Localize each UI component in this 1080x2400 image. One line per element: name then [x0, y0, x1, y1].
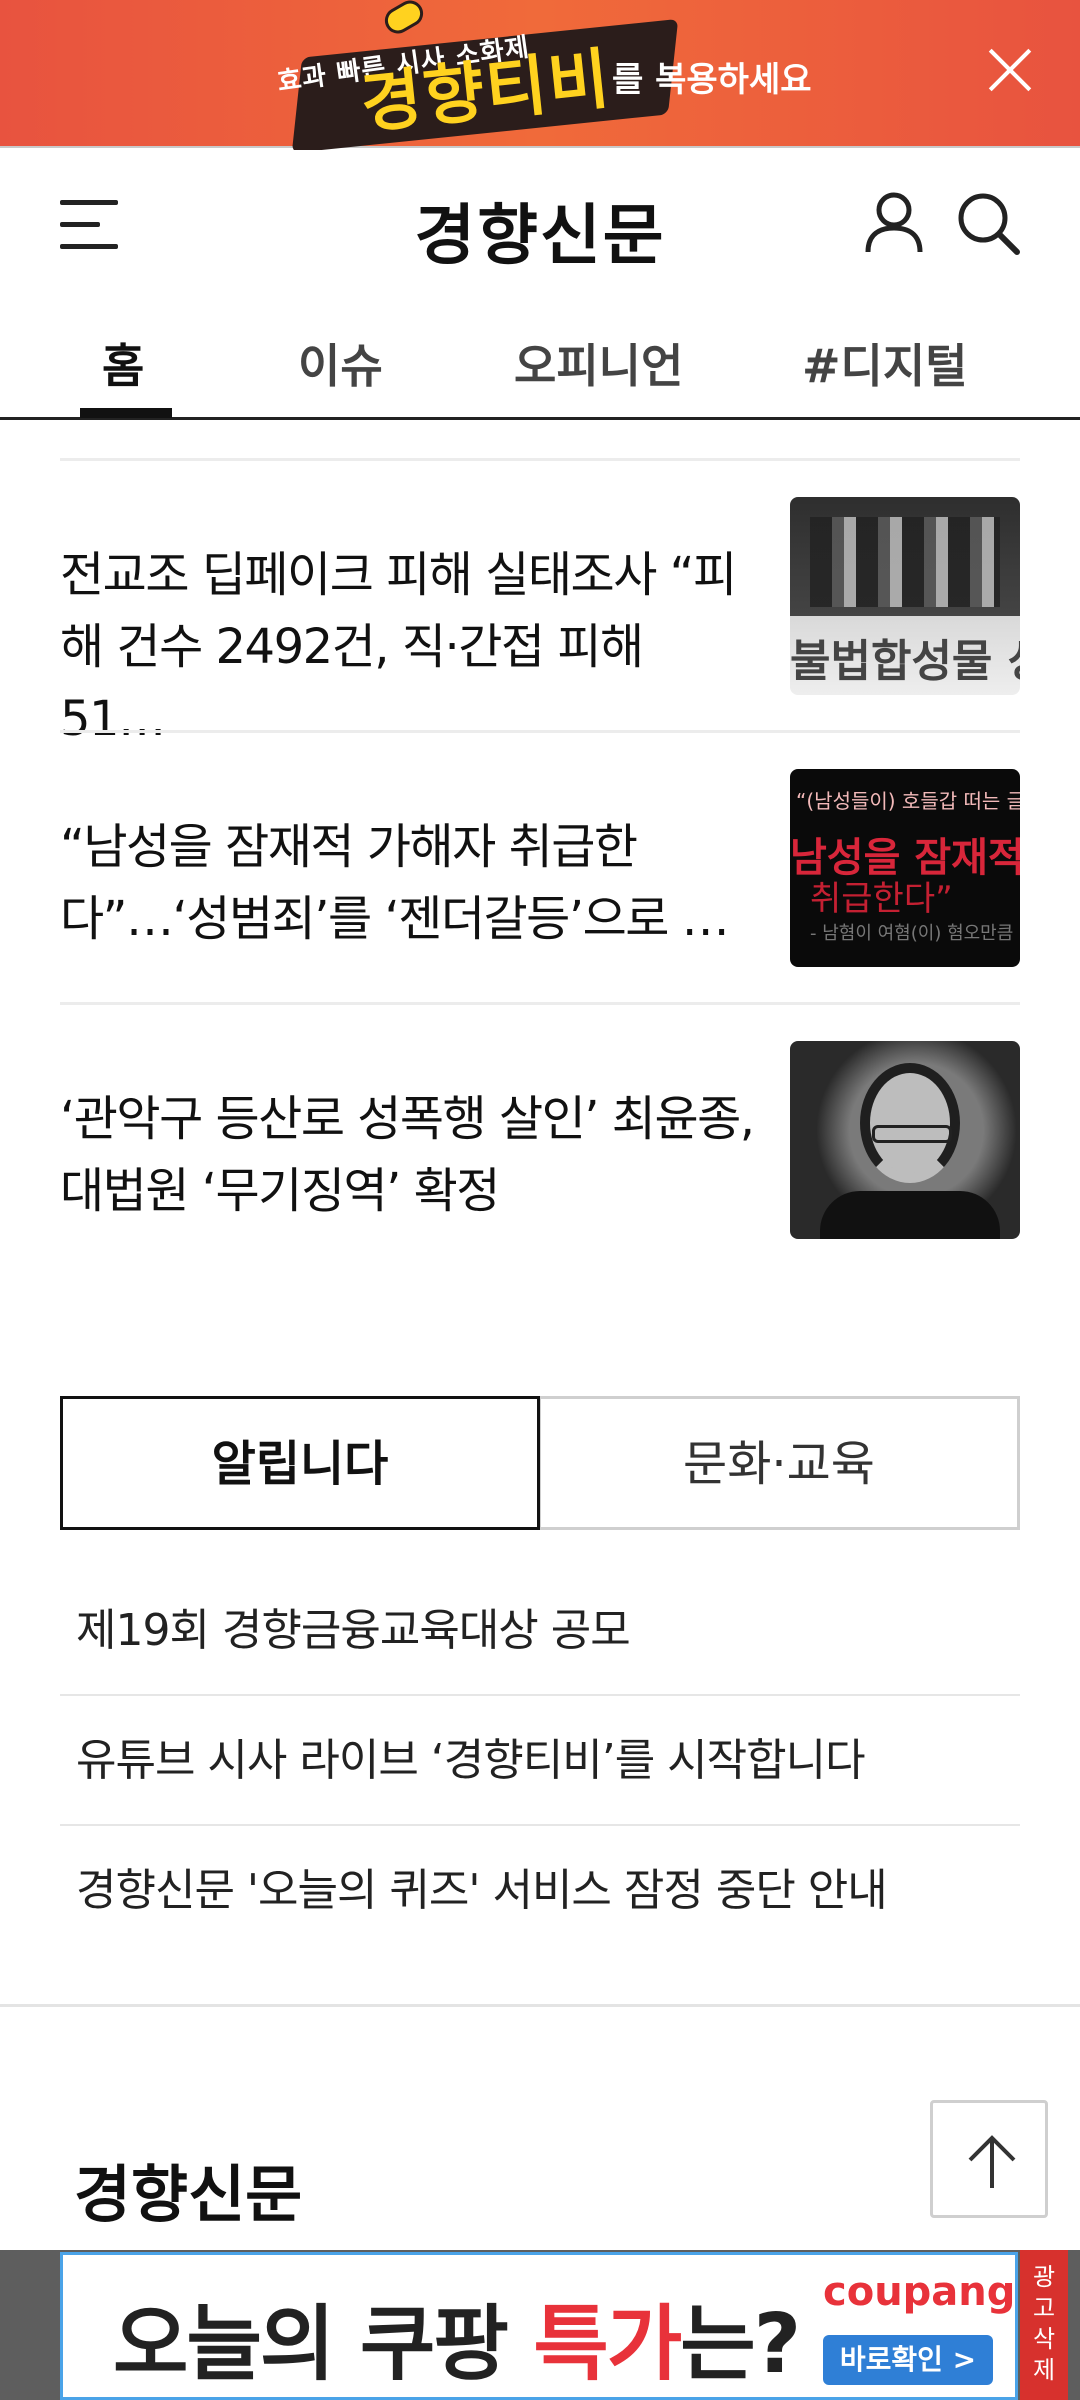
notice-item[interactable]: 경향신문 '오늘의 퀴즈' 서비스 잠정 중단 안내: [60, 1826, 1020, 1956]
ad-headline-part: 오늘: [113, 2297, 262, 2392]
notice-list: 제19회 경향금융교육대상 공모 유튜브 시사 라이브 ‘경향티비’를 시작합니…: [60, 1566, 1020, 1956]
user-icon[interactable]: [862, 190, 926, 256]
ad-brand-text: 경향티비: [357, 40, 615, 143]
thumbnail-text: 취급한다”: [810, 879, 953, 919]
section-divider: [0, 2004, 1080, 2007]
delete-ad-button[interactable]: 광고삭제: [1020, 2250, 1068, 2400]
article-headline[interactable]: ‘관악구 등산로 성폭행 살인’ 최윤종, 대법원 ‘무기징역’ 확정: [60, 1083, 760, 1227]
section-tabs: 홈 이슈 오피니언 #디지털: [0, 300, 1080, 420]
list-item[interactable]: “남성을 잠재적 가해자 취급한다”…‘성범죄’를 ‘젠더갈등’으로 … “(남…: [60, 730, 1020, 1002]
ad-headline-part: 의 쿠팡: [259, 2297, 534, 2392]
list-item[interactable]: 전교조 딥페이크 피해 실태조사 “피해 건수 2492건, 직·간접 피해 5…: [60, 458, 1020, 747]
glasses-shape: [872, 1125, 952, 1143]
ad-headline-highlight: 특가: [533, 2297, 682, 2392]
article-list: 전교조 딥페이크 피해 실태조사 “피해 건수 2492건, 직·간접 피해 5…: [60, 458, 1020, 1274]
site-header: 경향신문: [0, 150, 1080, 300]
bottom-ad-banner[interactable]: 오늘의 쿠팡 특가는? coupang 바로확인 > 광고삭제: [0, 2250, 1080, 2400]
notice-tabs: 알립니다 문화·교육: [60, 1396, 1020, 1530]
shirt-shape: [820, 1191, 1000, 1239]
tab-culture-education[interactable]: 문화·교육: [538, 1396, 1020, 1530]
tab-notices[interactable]: 알립니다: [60, 1396, 540, 1530]
article-headline[interactable]: 전교조 딥페이크 피해 실태조사 “피해 건수 2492건, 직·간접 피해 5…: [60, 539, 760, 755]
pill-icon: [380, 0, 428, 39]
scroll-to-top-button[interactable]: [930, 2100, 1048, 2218]
ad-headline: 오늘의 쿠팡 특가는?: [113, 2277, 801, 2396]
active-tab-indicator: [80, 408, 172, 418]
article-thumbnail[interactable]: 불법합성물 상: [790, 497, 1020, 695]
ad-tail-text: 를 복용하세요: [612, 60, 812, 100]
check-now-button[interactable]: 바로확인 >: [823, 2335, 993, 2385]
notice-item[interactable]: 제19회 경향금융교육대상 공모: [60, 1566, 1020, 1696]
notice-item[interactable]: 유튜브 시사 라이브 ‘경향티비’를 시작합니다: [60, 1696, 1020, 1826]
footer-logo[interactable]: 경향신문: [74, 2144, 302, 2234]
list-item[interactable]: ‘관악구 등산로 성폭행 살인’ 최윤종, 대법원 ‘무기징역’ 확정: [60, 1002, 1020, 1274]
coupang-ad[interactable]: 오늘의 쿠팡 특가는? coupang 바로확인 >: [60, 2252, 1018, 2400]
person-photo: [860, 1063, 960, 1183]
tab-home[interactable]: 홈: [102, 330, 144, 396]
coupang-logo: coupang: [823, 2269, 1016, 2315]
top-ad-banner[interactable]: 효과 빠른 시사 소화제 경향티비 를 복용하세요: [0, 0, 1080, 154]
close-icon[interactable]: [980, 40, 1040, 100]
thumbnail-text: “(남성들이) 호들갑 떠는 글이 퍼지고 있”: [796, 789, 1020, 813]
delete-ad-label: 광고삭제: [1032, 2263, 1056, 2384]
arrow-up-icon: [968, 2135, 1016, 2188]
article-thumbnail[interactable]: “(남성들이) 호들갑 떠는 글이 퍼지고 있” 남성을 잠재적 가해자 취급한…: [790, 769, 1020, 967]
article-thumbnail[interactable]: [790, 1041, 1020, 1239]
thumbnail-text: - 남혐이 여혐(이) 혐오만큼 심각: [810, 923, 1020, 944]
ad-headline-part: 는?: [680, 2297, 801, 2392]
thumbnail-caption: 불법합성물 상: [790, 636, 1020, 687]
tab-digital[interactable]: #디지털: [802, 330, 968, 396]
protest-image: [810, 517, 1000, 607]
article-headline[interactable]: “남성을 잠재적 가해자 취급한다”…‘성범죄’를 ‘젠더갈등’으로 …: [60, 811, 760, 955]
tab-issue[interactable]: 이슈: [298, 330, 383, 396]
tab-opinion[interactable]: 오피니언: [514, 330, 683, 396]
search-icon[interactable]: [955, 190, 1021, 256]
